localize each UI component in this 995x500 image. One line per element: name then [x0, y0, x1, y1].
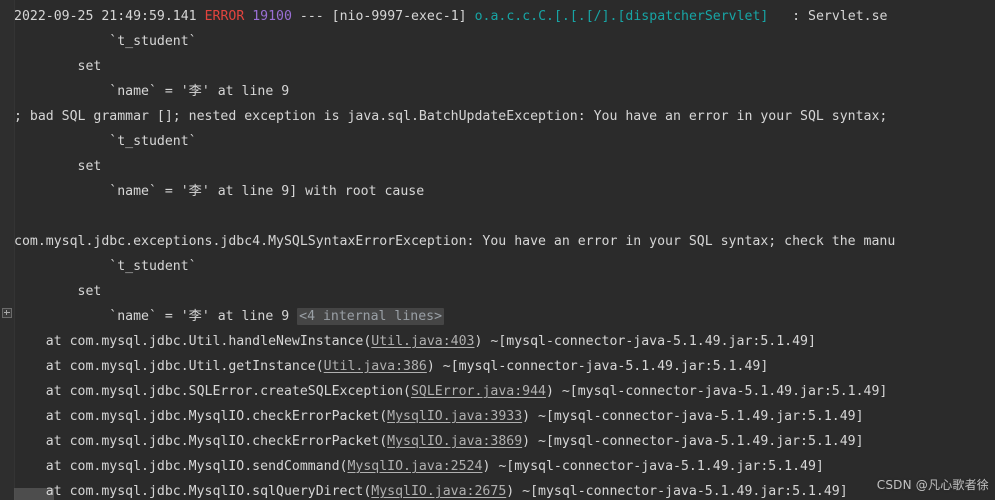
- log-message-line: `name` = '李' at line 9] with root cause: [0, 179, 995, 204]
- line-text: set: [14, 159, 102, 174]
- source-file-link[interactable]: Util.java:403: [371, 334, 474, 349]
- log-message-line: `t_student`: [0, 29, 995, 54]
- stack-trace-frame: at com.mysql.jdbc.SQLError.createSQLExce…: [14, 384, 888, 399]
- source-file-link[interactable]: Util.java:386: [324, 359, 427, 374]
- log-header-line: 2022-09-25 21:49:59.141 ERROR 19100 --- …: [14, 9, 888, 24]
- line-text: com.mysql.jdbc.exceptions.jdbc4.MySQLSyn…: [14, 234, 896, 249]
- log-message: : Servlet.se: [792, 9, 888, 24]
- source-file-link[interactable]: MysqlIO.java:2524: [347, 459, 482, 474]
- stack-trace-frame: at com.mysql.jdbc.Util.getInstance(Util.…: [14, 359, 769, 374]
- source-file-link[interactable]: MysqlIO.java:3869: [387, 434, 522, 449]
- stack-trace-frame: at com.mysql.jdbc.MysqlIO.sqlQueryDirect…: [14, 484, 848, 499]
- stack-trace-frame: at com.mysql.jdbc.MysqlIO.sendCommand(My…: [14, 459, 824, 474]
- log-message-line: set: [0, 154, 995, 179]
- log-thread: [nio-9997-exec-1]: [331, 9, 467, 24]
- log-logger-name: o.a.c.c.C.[.[.[/].[dispatcherServlet]: [474, 9, 769, 24]
- log-message-line: ; bad SQL grammar []; nested exception i…: [0, 104, 995, 129]
- log-pid: 19100: [252, 9, 292, 24]
- line-text: set: [14, 284, 102, 299]
- internal-lines-fold-badge[interactable]: <4 internal lines>: [297, 308, 445, 325]
- log-timestamp: 2022-09-25 21:49:59.141: [14, 9, 197, 24]
- folded-lines-row: `name` = '李' at line 9 <4 internal lines…: [0, 304, 995, 329]
- line-text: `t_student`: [14, 259, 197, 274]
- source-file-link[interactable]: SQLError.java:944: [411, 384, 546, 399]
- log-message-line: com.mysql.jdbc.exceptions.jdbc4.MySQLSyn…: [0, 229, 995, 254]
- line-text: `t_student`: [14, 134, 197, 149]
- log-level-badge: ERROR: [204, 9, 245, 24]
- log-message-line: `t_student`: [0, 129, 995, 154]
- console-lines: 2022-09-25 21:49:59.141 ERROR 19100 --- …: [0, 0, 995, 500]
- stack-trace-frame: at com.mysql.jdbc.MysqlIO.checkErrorPack…: [14, 409, 864, 424]
- log-message-line: set: [0, 54, 995, 79]
- line-text: `t_student`: [14, 34, 197, 49]
- line-text: ; bad SQL grammar []; nested exception i…: [14, 109, 888, 124]
- line-text: set: [14, 59, 102, 74]
- log-message-line: set: [0, 279, 995, 304]
- log-message-line: `name` = '李' at line 9: [0, 79, 995, 104]
- line-text: `name` = '李' at line 9: [14, 84, 290, 99]
- stack-trace-frame: at com.mysql.jdbc.MysqlIO.checkErrorPack…: [14, 434, 864, 449]
- source-file-link[interactable]: MysqlIO.java:2675: [371, 484, 506, 499]
- line-text: `name` = '李' at line 9: [14, 309, 298, 324]
- line-text: `name` = '李' at line 9] with root cause: [14, 184, 425, 199]
- stack-trace-frame: at com.mysql.jdbc.Util.handleNewInstance…: [14, 334, 816, 349]
- csdn-watermark: CSDN @凡心歌者徐: [876, 478, 989, 492]
- log-message-line: `t_student`: [0, 254, 995, 279]
- run-console-output[interactable]: 2022-09-25 21:49:59.141 ERROR 19100 --- …: [0, 0, 995, 500]
- source-file-link[interactable]: MysqlIO.java:3933: [387, 409, 522, 424]
